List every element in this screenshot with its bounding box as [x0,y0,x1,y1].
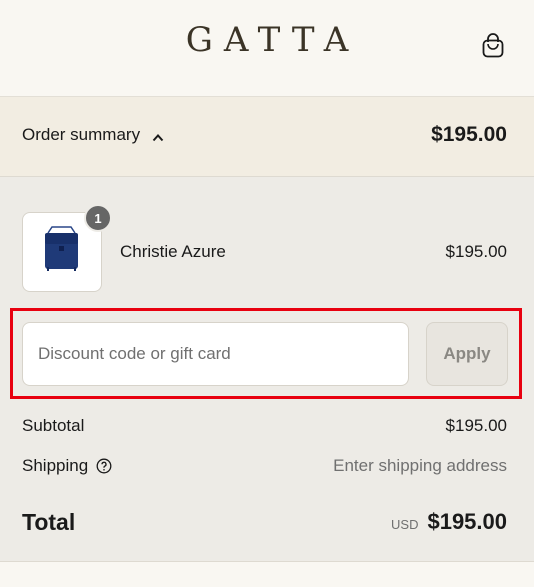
question-circle-icon[interactable] [96,458,112,474]
product-price: $195.00 [445,242,507,261]
shipping-row: Shipping [22,456,112,476]
store-logo[interactable]: GATTA [0,20,534,60]
total-label: Total [22,509,76,535]
apply-discount-button[interactable]: Apply [426,322,508,386]
subtotal-value: $195.00 [445,416,507,435]
shipping-value: Enter shipping address [333,456,507,475]
shipping-label: Shipping [22,456,89,475]
page-footer-strip [0,562,534,587]
order-summary-toggle-bar[interactable]: Order summary $195.00 [0,97,534,177]
order-summary-toggle[interactable]: Order summary [22,125,164,145]
total-amount: $195.00 [427,509,507,534]
product-image: 1 [22,204,112,292]
discount-code-input[interactable] [22,322,409,386]
order-summary-panel: 1 Christie Azure $195.00 Apply Subtotal … [0,177,534,562]
chevron-up-icon [152,129,164,142]
summary-total-price: $195.00 [431,123,507,146]
total-value: USD $195.00 [391,509,507,535]
site-header: GATTA [0,0,534,97]
currency-code: USD [391,517,419,532]
quantity-badge: 1 [84,204,112,232]
order-summary-label: Order summary [22,125,141,144]
product-name: Christie Azure [120,242,226,261]
subtotal-label: Subtotal [22,416,85,435]
shopping-bag-icon[interactable] [479,31,507,59]
